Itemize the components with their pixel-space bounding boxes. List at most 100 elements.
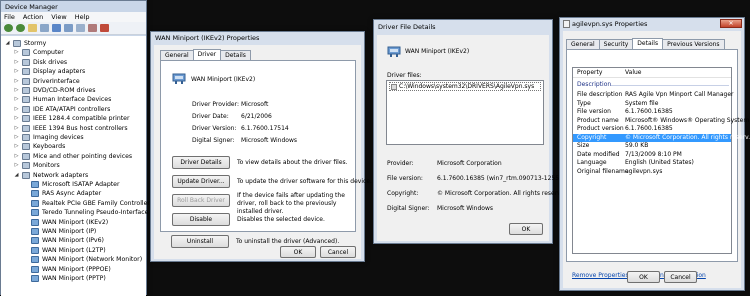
- sys-ok-button[interactable]: OK: [627, 271, 660, 283]
- tree-node[interactable]: ▷ IEEE 1394 Bus host controllers: [14, 124, 128, 133]
- roll-back-driver-button[interactable]: Roll Back Driver: [172, 194, 230, 207]
- driver-files-list[interactable]: C:\Windows\system32\DRIVERS\AgileVpn.sys: [386, 80, 544, 145]
- close-icon[interactable]: ✕: [720, 19, 742, 28]
- tree-node[interactable]: RAS Async Adapter: [23, 189, 101, 198]
- expand-icon[interactable]: ▷: [14, 142, 19, 151]
- tree-node[interactable]: ▷ Display adapters: [14, 67, 85, 76]
- tree-node[interactable]: WAN Miniport (IKEv2): [23, 218, 108, 227]
- property-row[interactable]: Language English (United States): [573, 159, 731, 167]
- cancel-button[interactable]: Cancel: [320, 246, 356, 258]
- col-value-header[interactable]: Value: [625, 69, 641, 77]
- tree-node[interactable]: ▷ Keyboards: [14, 142, 65, 151]
- show-hide-tree-icon[interactable]: [28, 24, 37, 32]
- expand-icon[interactable]: ▷: [14, 86, 19, 95]
- tree-node[interactable]: ▷ Monitors: [14, 161, 60, 170]
- tree-node-label: Computer: [33, 49, 64, 57]
- roll-back-desc: If the device fails after updating the d…: [237, 192, 345, 215]
- tree-node[interactable]: ◢ Stormy: [5, 39, 46, 48]
- help-icon[interactable]: [52, 24, 61, 32]
- tab-general[interactable]: General: [160, 50, 194, 60]
- network-adapter-icon: [31, 218, 39, 226]
- property-row[interactable]: Size 59.0 KB: [573, 142, 731, 150]
- properties-icon[interactable]: [40, 24, 49, 32]
- tree-node[interactable]: ▷ Disk drives: [14, 58, 67, 67]
- uninstall-button[interactable]: Uninstall: [171, 235, 229, 248]
- tree-node[interactable]: ▷ Mice and other pointing devices: [14, 152, 132, 161]
- expand-icon[interactable]: ▷: [14, 95, 19, 104]
- file-details-titlebar[interactable]: Driver File Details: [374, 20, 552, 34]
- driver-file-details-window: Driver File Details WAN Miniport (IKEv2)…: [373, 19, 570, 244]
- menu-view[interactable]: View: [51, 12, 66, 22]
- collapse-icon[interactable]: ◢: [5, 39, 10, 48]
- tree-node[interactable]: Realtek PCIe GBE Family Controller: [23, 199, 150, 208]
- tab-details[interactable]: Details: [632, 38, 664, 49]
- property-row[interactable]: File description RAS Agile Vpn Minport Ca…: [573, 91, 733, 99]
- expand-icon[interactable]: ▷: [14, 67, 19, 76]
- back-icon[interactable]: [4, 24, 13, 32]
- file-details-ok-button[interactable]: OK: [509, 223, 543, 235]
- tree-node[interactable]: WAN Miniport (L2TP): [23, 246, 106, 255]
- details-panel: Property Value Description File descript…: [566, 49, 750, 279]
- driver-date-label: Driver Date:: [192, 113, 229, 120]
- tree-node[interactable]: ▷ Imaging devices: [14, 133, 84, 142]
- device-category-icon: [22, 58, 30, 66]
- tree-node[interactable]: WAN Miniport (Network Monitor): [23, 255, 142, 264]
- tree-node[interactable]: ▷ DriverInterface: [14, 77, 80, 86]
- disable-icon[interactable]: [88, 24, 97, 32]
- update-driver-button[interactable]: Update Driver...: [172, 175, 230, 188]
- tree-node-label: Human Interface Devices: [33, 96, 112, 104]
- tree-node[interactable]: Teredo Tunneling Pseudo-Interface: [23, 208, 148, 217]
- property-row[interactable]: Product version 6.1.7600.16385: [573, 125, 731, 133]
- tab-security[interactable]: Security: [598, 39, 634, 49]
- menu-file[interactable]: File: [4, 12, 15, 22]
- expand-icon[interactable]: ▷: [14, 105, 19, 114]
- expand-icon[interactable]: ▷: [14, 124, 19, 133]
- expand-icon[interactable]: ▷: [14, 77, 19, 86]
- scan-hardware-icon[interactable]: [64, 24, 73, 32]
- expand-icon[interactable]: ▷: [14, 114, 19, 123]
- tab-details[interactable]: Details: [220, 50, 251, 60]
- tree-node[interactable]: WAN Miniport (IP): [23, 227, 96, 236]
- tab-general[interactable]: General: [566, 39, 600, 49]
- tree-node[interactable]: ▷ Computer: [14, 48, 64, 57]
- driver-version-value: 6.1.7600.17514: [241, 125, 289, 132]
- disable-button[interactable]: Disable: [172, 213, 230, 226]
- property-row[interactable]: Type System file: [573, 100, 731, 108]
- driver-details-button[interactable]: Driver Details: [172, 156, 230, 169]
- property-row[interactable]: Copyright © Microsoft Corporation. All ri…: [573, 133, 750, 142]
- tree-node[interactable]: WAN Miniport (PPTP): [23, 274, 106, 283]
- tree-node[interactable]: ▷ IEEE 1284.4 compatible printer: [14, 114, 130, 123]
- property-row[interactable]: File version 6.1.7600.16385: [573, 108, 731, 116]
- tree-node[interactable]: ◢ Network adapters: [14, 171, 88, 180]
- collapse-icon[interactable]: ◢: [14, 171, 19, 180]
- expand-icon[interactable]: ▷: [14, 48, 19, 57]
- sys-properties-titlebar[interactable]: agilevpn.sys Properties ✕: [560, 18, 744, 30]
- tab-driver[interactable]: Driver: [192, 49, 222, 60]
- ok-button[interactable]: OK: [280, 246, 316, 258]
- forward-icon[interactable]: [16, 24, 25, 32]
- properties-titlebar[interactable]: WAN Miniport (IKEv2) Properties: [151, 32, 364, 44]
- tab-previous-versions[interactable]: Previous Versions: [662, 39, 725, 49]
- tree-node[interactable]: WAN Miniport (PPPOE): [23, 265, 111, 274]
- sys-cancel-button[interactable]: Cancel: [664, 271, 697, 283]
- driver-file-item[interactable]: C:\Windows\system32\DRIVERS\AgileVpn.sys: [389, 82, 541, 91]
- expand-icon[interactable]: ▷: [14, 133, 19, 142]
- property-row[interactable]: Date modified 7/13/2009 8:10 PM: [573, 151, 731, 159]
- file-details-client: WAN Miniport (IKEv2) Driver files: C:\Wi…: [377, 35, 570, 241]
- expand-icon[interactable]: ▷: [14, 58, 19, 67]
- update-driver-icon[interactable]: [76, 24, 85, 32]
- tree-node[interactable]: ▷ IDE ATA/ATAPI controllers: [14, 105, 110, 114]
- tree-node[interactable]: Microsoft ISATAP Adapter: [23, 180, 120, 189]
- menu-help[interactable]: Help: [75, 12, 90, 22]
- property-row[interactable]: Original filename agilevpn.sys: [573, 168, 731, 176]
- property-row[interactable]: Product name Microsoft® Windows® Operatin…: [573, 117, 749, 125]
- tree-node[interactable]: WAN Miniport (IPv6): [23, 236, 104, 245]
- section-description: Description: [577, 81, 612, 88]
- menu-action[interactable]: Action: [23, 12, 43, 22]
- uninstall-icon[interactable]: [100, 24, 109, 32]
- expand-icon[interactable]: ▷: [14, 152, 19, 161]
- tree-node[interactable]: ▷ Human Interface Devices: [14, 95, 111, 104]
- tree-node[interactable]: ▷ DVD/CD-ROM drives: [14, 86, 95, 95]
- col-property-header[interactable]: Property: [577, 69, 602, 77]
- expand-icon[interactable]: ▷: [14, 161, 19, 170]
